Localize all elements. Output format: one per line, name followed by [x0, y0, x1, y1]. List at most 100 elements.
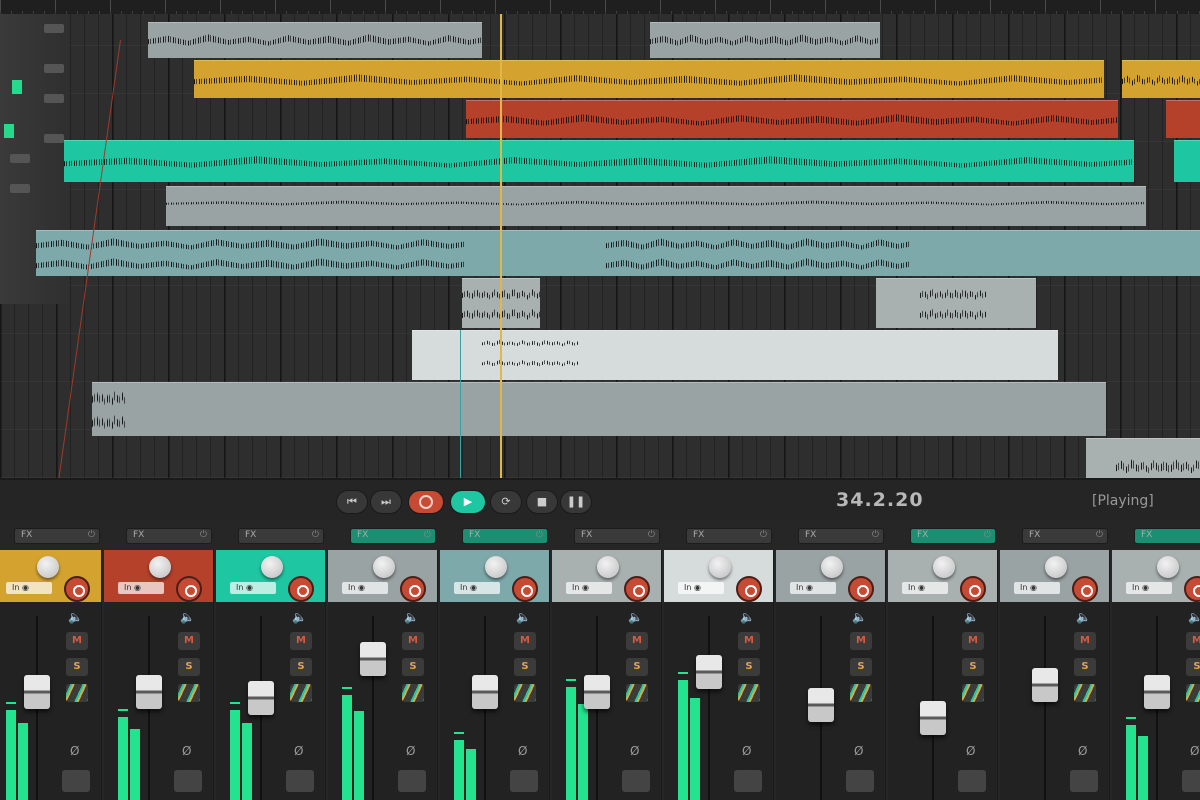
audio-clip[interactable] — [1122, 60, 1200, 98]
automation-icon[interactable] — [734, 770, 762, 792]
pan-knob[interactable] — [261, 556, 283, 578]
phase-invert-button[interactable]: Ø — [182, 744, 191, 758]
volume-fader[interactable] — [584, 674, 610, 709]
mute-button[interactable]: M — [850, 632, 872, 650]
fx-button[interactable]: FX⏻ — [462, 528, 548, 544]
mute-button[interactable]: M — [1074, 632, 1096, 650]
automation-icon[interactable] — [510, 770, 538, 792]
automation-icon[interactable] — [1070, 770, 1098, 792]
power-icon[interactable]: ⏻ — [88, 530, 95, 540]
power-icon[interactable]: ⏻ — [760, 530, 767, 540]
stop-button[interactable]: ■ — [526, 490, 558, 514]
speaker-icon[interactable]: 🔈 — [740, 610, 755, 624]
input-select[interactable]: In ◉ — [230, 582, 276, 594]
pan-knob[interactable] — [149, 556, 171, 578]
audio-clip[interactable] — [466, 100, 1118, 138]
input-select[interactable]: In ◉ — [790, 582, 836, 594]
fx-button[interactable]: FX⏻ — [798, 528, 884, 544]
power-icon[interactable]: ⏻ — [424, 530, 431, 540]
pan-knob[interactable] — [709, 556, 731, 578]
solo-button[interactable]: S — [1186, 658, 1200, 676]
input-select[interactable]: In ◉ — [118, 582, 164, 594]
automation-icon[interactable] — [846, 770, 874, 792]
input-select[interactable]: In ◉ — [1014, 582, 1060, 594]
input-select[interactable]: In ◉ — [454, 582, 500, 594]
solo-button[interactable]: S — [738, 658, 760, 676]
phase-invert-button[interactable]: Ø — [742, 744, 751, 758]
loop-button[interactable]: ⟳ — [490, 490, 522, 514]
time-display[interactable]: 34.2.20 — [836, 489, 924, 511]
insert-button[interactable] — [738, 684, 760, 702]
audio-clip[interactable] — [466, 230, 1200, 276]
mute-button[interactable]: M — [1186, 632, 1200, 650]
pan-knob[interactable] — [597, 556, 619, 578]
audio-clip[interactable] — [876, 278, 1036, 328]
volume-fader[interactable] — [136, 674, 162, 709]
record-arm-button[interactable] — [176, 576, 202, 602]
phase-invert-button[interactable]: Ø — [1190, 744, 1199, 758]
insert-button[interactable] — [402, 684, 424, 702]
volume-fader[interactable] — [248, 681, 274, 715]
power-icon[interactable]: ⏻ — [984, 530, 991, 540]
audio-clip[interactable] — [1174, 140, 1200, 182]
audio-clip[interactable] — [36, 230, 466, 276]
input-select[interactable]: In ◉ — [6, 582, 52, 594]
automation-icon[interactable] — [622, 770, 650, 792]
power-icon[interactable]: ⏻ — [1096, 530, 1103, 540]
power-icon[interactable]: ⏻ — [312, 530, 319, 540]
audio-clip[interactable] — [1086, 438, 1200, 478]
insert-button[interactable] — [850, 684, 872, 702]
skip-forward-button[interactable]: ⏭ — [370, 490, 402, 514]
audio-clip[interactable] — [650, 22, 880, 58]
audio-clip[interactable] — [412, 330, 1058, 380]
fx-button[interactable]: FX⏻ — [1134, 528, 1200, 544]
track-button[interactable] — [10, 184, 30, 193]
insert-button[interactable] — [1074, 684, 1096, 702]
pan-knob[interactable] — [373, 556, 395, 578]
insert-button[interactable] — [514, 684, 536, 702]
mute-button[interactable]: M — [66, 632, 88, 650]
automation-icon[interactable] — [174, 770, 202, 792]
phase-invert-button[interactable]: Ø — [294, 744, 303, 758]
speaker-icon[interactable]: 🔈 — [68, 610, 83, 624]
phase-invert-button[interactable]: Ø — [854, 744, 863, 758]
playhead[interactable] — [500, 14, 502, 478]
pan-knob[interactable] — [37, 556, 59, 578]
automation-icon[interactable] — [398, 770, 426, 792]
play-button[interactable]: ▶ — [450, 490, 486, 514]
power-icon[interactable]: ⏻ — [536, 530, 543, 540]
record-arm-button[interactable] — [400, 576, 426, 602]
audio-clip[interactable] — [166, 186, 1146, 226]
phase-invert-button[interactable]: Ø — [630, 744, 639, 758]
solo-button[interactable]: S — [402, 658, 424, 676]
solo-button[interactable]: S — [1074, 658, 1096, 676]
track-button[interactable] — [10, 154, 30, 163]
insert-button[interactable] — [962, 684, 984, 702]
volume-fader[interactable] — [1032, 668, 1058, 702]
mute-button[interactable]: M — [962, 632, 984, 650]
pan-knob[interactable] — [1045, 556, 1067, 578]
volume-fader[interactable] — [696, 655, 722, 689]
mute-button[interactable]: M — [290, 632, 312, 650]
audio-clip[interactable] — [194, 60, 1104, 98]
automation-icon[interactable] — [1182, 770, 1200, 792]
solo-button[interactable]: S — [66, 658, 88, 676]
record-arm-button[interactable] — [960, 576, 986, 602]
phase-invert-button[interactable]: Ø — [70, 744, 79, 758]
arrange-view[interactable] — [0, 0, 1200, 478]
phase-invert-button[interactable]: Ø — [406, 744, 415, 758]
record-arm-button[interactable] — [1072, 576, 1098, 602]
phase-invert-button[interactable]: Ø — [966, 744, 975, 758]
pause-button[interactable]: ❚❚ — [560, 490, 592, 514]
mute-button[interactable]: M — [402, 632, 424, 650]
fx-button[interactable]: FX⏻ — [350, 528, 436, 544]
track-button[interactable] — [44, 94, 64, 103]
automation-icon[interactable] — [286, 770, 314, 792]
track-button[interactable] — [44, 24, 64, 33]
speaker-icon[interactable]: 🔈 — [516, 610, 531, 624]
solo-button[interactable]: S — [290, 658, 312, 676]
record-arm-button[interactable] — [64, 576, 90, 602]
pan-knob[interactable] — [933, 556, 955, 578]
record-arm-button[interactable] — [848, 576, 874, 602]
record-button[interactable] — [408, 490, 444, 514]
